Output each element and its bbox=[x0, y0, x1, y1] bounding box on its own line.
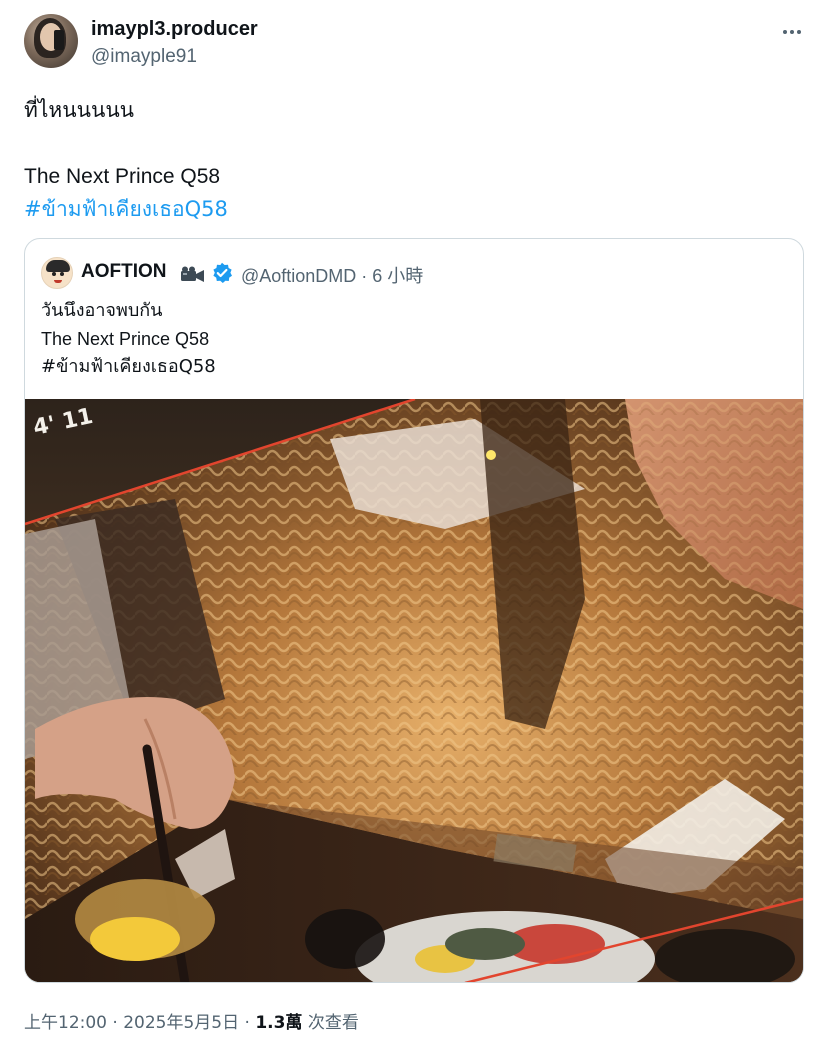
quoted-tweet-line: วันนึงอาจพบกัน bbox=[41, 300, 163, 321]
quoted-tweet-header: AOFTION @AoftionDMD · 6 小時 bbox=[41, 257, 781, 289]
quoted-tweet-photo[interactable]: 4' 11 bbox=[25, 399, 803, 982]
quoted-tweet-line: #ข้ามฟ้าเคียงเธอQ58 bbox=[41, 356, 216, 377]
verified-badge-icon bbox=[213, 262, 232, 283]
tweet-timestamp[interactable]: 上午12:00 · 2025年5月5日 · bbox=[24, 1013, 255, 1033]
more-options-icon[interactable] bbox=[780, 20, 804, 44]
quoted-author-handle-time[interactable]: @AoftionDMD · 6 小時 bbox=[241, 262, 423, 288]
tweet-line: The Next Prince Q58 bbox=[24, 165, 221, 188]
tweet-meta: 上午12:00 · 2025年5月5日 · 1.3萬 次查看 bbox=[24, 1008, 359, 1033]
author-avatar[interactable] bbox=[24, 14, 78, 68]
views-count: 1.3萬 bbox=[255, 1013, 303, 1033]
tweet-line: ที่ไหนนนนน bbox=[24, 98, 135, 122]
quoted-tweet-card[interactable]: AOFTION @AoftionDMD · 6 小時 วันนึงอาจพบกั… bbox=[24, 238, 804, 983]
photo-scene: 4' 11 bbox=[25, 399, 803, 982]
views-label: 次查看 bbox=[302, 1013, 359, 1033]
movie-camera-icon bbox=[181, 266, 204, 282]
quoted-author-display-name[interactable]: AOFTION bbox=[81, 261, 167, 283]
author-handle[interactable]: @imayple91 bbox=[91, 46, 197, 68]
quoted-tweet-body: วันนึงอาจพบกัน The Next Prince Q58 #ข้าม… bbox=[41, 297, 781, 381]
tweet-body: ที่ไหนนนนน The Next Prince Q58 #ข้ามฟ้าเ… bbox=[24, 94, 794, 226]
author-display-name[interactable]: imaypl3.producer bbox=[91, 18, 258, 41]
quoted-author-avatar[interactable] bbox=[41, 257, 73, 289]
tweet-hashtag-link[interactable]: #ข้ามฟ้าเคียงเธอQ58 bbox=[24, 193, 794, 226]
quoted-tweet-line: The Next Prince Q58 bbox=[41, 329, 210, 349]
tweet-header: imaypl3.producer @imayple91 bbox=[24, 14, 804, 72]
